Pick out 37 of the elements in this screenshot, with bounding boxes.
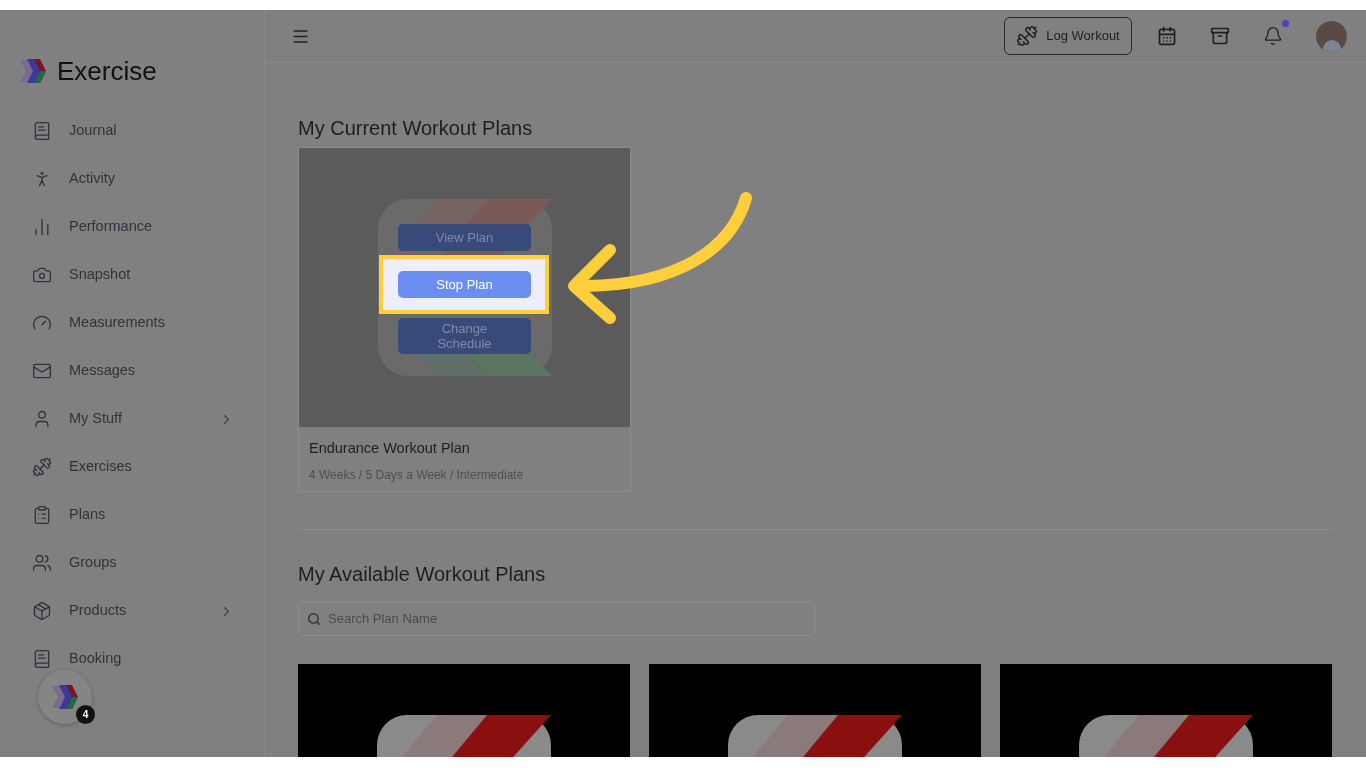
sidebar-item[interactable]: Performance [0,203,264,251]
camera-icon [32,265,52,285]
sidebar-item[interactable]: Snapshot [0,251,264,299]
sidebar-item[interactable]: Journal [0,107,264,155]
logo-icon [50,682,80,712]
app-name: Exercise [57,58,157,84]
avatar[interactable] [1316,20,1347,52]
plan-title: Endurance Workout Plan [309,439,471,458]
stop-plan-button[interactable]: Stop Plan [398,271,531,298]
book-icon [32,121,52,141]
users-icon [32,553,52,573]
dumbbell-icon [1016,25,1039,47]
log-workout-button[interactable]: Log Workout [1004,17,1132,55]
floating-launcher[interactable]: 4 [38,670,92,724]
plan-action-button[interactable]: View Plan [398,224,531,251]
book-icon [32,649,52,669]
sidebar-item[interactable]: Plans [0,491,264,539]
section-heading: My Available Workout Plans [298,563,547,584]
logo-icon [18,56,48,86]
plan-action-button[interactable]: Change Schedule [398,318,531,354]
package-icon [32,601,52,621]
sidebar-item[interactable]: Activity [0,155,264,203]
sidebar-item[interactable]: Groups [0,539,264,587]
sidebar-item[interactable]: Messages [0,347,264,395]
dumbbell-icon [32,457,52,477]
count-badge: 4 [76,705,95,724]
sidebar-item[interactable]: My Stuff [0,395,264,443]
box-icon[interactable] [1210,26,1230,46]
mail-icon [32,361,52,381]
sidebar-item[interactable]: Products [0,587,264,635]
sidebar-item[interactable]: Measurements [0,299,264,347]
clipboard-icon [32,505,52,525]
section-heading: My Current Workout Plans [298,118,534,138]
sidebar-item[interactable]: Exercises [0,443,264,491]
search-icon [307,611,321,626]
calendar-icon[interactable] [1157,26,1177,46]
bell-icon[interactable] [1263,26,1283,46]
